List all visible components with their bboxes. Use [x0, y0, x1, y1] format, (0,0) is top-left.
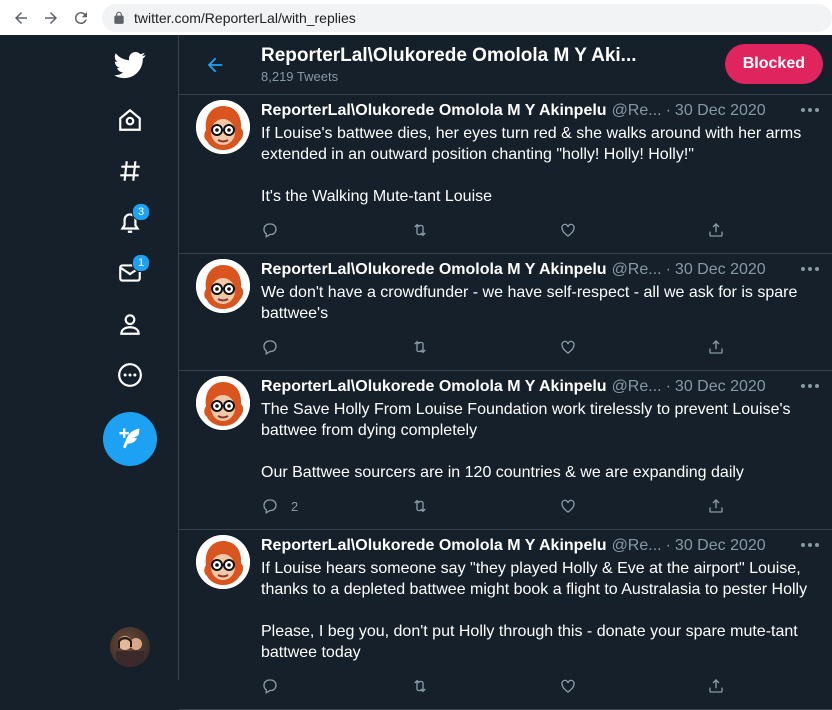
- separator-dot: ·: [665, 378, 671, 395]
- notifications-badge: 3: [132, 203, 150, 221]
- notifications-bell-icon[interactable]: 3: [108, 200, 152, 244]
- like-button[interactable]: [559, 338, 707, 356]
- tweet-avatar[interactable]: [196, 535, 250, 589]
- lock-icon: [114, 11, 124, 24]
- tweet-actions: [261, 332, 819, 362]
- reply-icon: [263, 499, 277, 514]
- tweet-actions: 2: [261, 491, 819, 521]
- heart-icon: [561, 223, 575, 237]
- like-button[interactable]: [559, 221, 707, 239]
- like-button[interactable]: [559, 497, 707, 515]
- tweet-text: We don't have a crowdfunder - we have se…: [261, 284, 802, 322]
- retweet-icon: [414, 223, 426, 237]
- share-button[interactable]: [707, 338, 725, 356]
- left-sidebar: 3 1: [0, 35, 178, 680]
- profile-person-icon[interactable]: [108, 302, 152, 346]
- author-name[interactable]: ReporterLal\Olukorede Omolola M Y Akinpe…: [261, 378, 607, 396]
- url-text: twitter.com/ReporterLal/with_replies: [134, 9, 356, 26]
- share-button[interactable]: [707, 497, 725, 515]
- tweet[interactable]: ReporterLal\Olukorede Omolola M Y Akinpe…: [179, 95, 832, 254]
- messages-badge: 1: [132, 254, 150, 272]
- more-options-icon[interactable]: [799, 103, 821, 117]
- tweet[interactable]: ReporterLal\Olukorede Omolola M Y Akinpe…: [179, 254, 832, 371]
- tweet-actions: [261, 671, 819, 701]
- heart-icon: [561, 340, 575, 354]
- profile-header: ReporterLal\Olukorede Omolola M Y Aki...…: [179, 35, 832, 95]
- author-name[interactable]: ReporterLal\Olukorede Omolola M Y Akinpe…: [261, 261, 607, 279]
- explore-hashtag-icon[interactable]: [108, 149, 152, 193]
- retweet-icon: [414, 499, 426, 513]
- account-avatar[interactable]: [110, 627, 150, 667]
- separator-dot: ·: [665, 537, 671, 554]
- retweet-icon: [414, 340, 426, 354]
- share-icon: [709, 499, 723, 513]
- reply-icon: [263, 223, 277, 238]
- reply-count: 2: [291, 498, 299, 514]
- tweet-text: If Louise's battwee dies, her eyes turn …: [261, 125, 802, 205]
- compose-tweet-button[interactable]: [103, 412, 157, 466]
- separator-dot: ·: [665, 102, 671, 119]
- more-options-icon[interactable]: [799, 262, 821, 276]
- profile-name-title: ReporterLal\Olukorede Omolola M Y Aki...: [261, 45, 637, 66]
- timeline-column: ReporterLal\Olukorede Omolola M Y Aki...…: [178, 35, 832, 710]
- author-handle[interactable]: @Re...: [612, 261, 662, 279]
- blocked-button[interactable]: Blocked: [724, 44, 823, 84]
- messages-envelope-icon[interactable]: 1: [108, 251, 152, 295]
- feather-plus-icon: [119, 428, 140, 449]
- reply-button[interactable]: 2: [261, 497, 411, 515]
- back-arrow-icon[interactable]: [199, 49, 231, 81]
- heart-icon: [561, 499, 575, 513]
- share-button[interactable]: [707, 221, 725, 239]
- browser-toolbar: twitter.com/ReporterLal/with_replies: [0, 0, 832, 35]
- tweet[interactable]: ReporterLal\Olukorede Omolola M Y Akinpe…: [179, 371, 832, 530]
- author-handle[interactable]: @Re...: [612, 537, 662, 555]
- tweet-avatar[interactable]: [196, 100, 250, 154]
- reply-button[interactable]: [261, 338, 411, 356]
- tweet-avatar[interactable]: [196, 259, 250, 313]
- retweet-button[interactable]: [411, 497, 559, 515]
- tweet-text: The Save Holly From Louise Foundation wo…: [261, 401, 791, 481]
- tweet-date[interactable]: 30 Dec 2020: [675, 537, 766, 555]
- reply-button[interactable]: [261, 221, 411, 239]
- share-icon: [709, 223, 723, 237]
- more-options-icon[interactable]: [799, 538, 821, 552]
- author-name[interactable]: ReporterLal\Olukorede Omolola M Y Akinpe…: [261, 537, 607, 555]
- retweet-button[interactable]: [411, 221, 559, 239]
- separator-dot: ·: [665, 261, 671, 278]
- reload-icon[interactable]: [66, 3, 96, 33]
- author-handle[interactable]: @Re...: [612, 378, 662, 396]
- tweet-date[interactable]: 30 Dec 2020: [675, 378, 766, 396]
- back-arrow-icon[interactable]: [6, 3, 36, 33]
- more-options-icon[interactable]: [799, 379, 821, 393]
- more-options-icon[interactable]: [108, 353, 152, 397]
- tweet-count: 8,219 Tweets: [261, 69, 339, 84]
- tweet-avatar[interactable]: [196, 376, 250, 430]
- retweet-button[interactable]: [411, 338, 559, 356]
- home-icon[interactable]: [108, 98, 152, 142]
- reply-icon: [263, 340, 277, 355]
- tweet-date[interactable]: 30 Dec 2020: [675, 102, 766, 120]
- tweet-date[interactable]: 30 Dec 2020: [675, 261, 766, 279]
- tweet-actions: [261, 215, 819, 245]
- forward-arrow-icon[interactable]: [36, 3, 66, 33]
- tweet[interactable]: ReporterLal\Olukorede Omolola M Y Akinpe…: [179, 530, 832, 710]
- address-bar[interactable]: twitter.com/ReporterLal/with_replies: [102, 3, 832, 32]
- author-handle[interactable]: @Re...: [612, 102, 662, 120]
- author-name[interactable]: ReporterLal\Olukorede Omolola M Y Akinpe…: [261, 102, 607, 120]
- twitter-logo-icon[interactable]: [108, 43, 152, 87]
- tweet-text: If Louise hears someone say "they played…: [261, 560, 808, 661]
- share-icon: [709, 340, 723, 354]
- tweet-list: ReporterLal\Olukorede Omolola M Y Akinpe…: [179, 95, 832, 710]
